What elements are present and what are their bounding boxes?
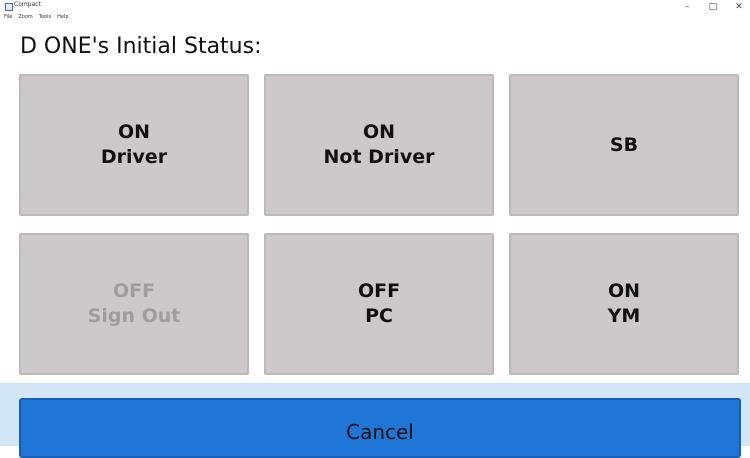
window-title: Compact — [14, 1, 41, 8]
title-bar: Compact File Zoom Tools Help – □ ✕ — [0, 0, 750, 26]
status-button-sb[interactable]: SB — [509, 74, 739, 216]
maximize-icon[interactable]: □ — [708, 2, 718, 12]
status-button-on-ym[interactable]: ON YM — [509, 233, 739, 375]
menu-tools[interactable]: Tools — [39, 14, 51, 20]
status-button-on-driver[interactable]: ON Driver — [19, 74, 249, 216]
status-button-off-pc[interactable]: OFF PC — [264, 233, 494, 375]
status-button-line2: YM — [607, 305, 641, 327]
minimize-icon[interactable]: – — [682, 2, 692, 12]
status-button-line1: ON — [362, 121, 396, 144]
status-button-line2: Sign Out — [87, 305, 181, 327]
cancel-button[interactable]: Cancel — [19, 398, 741, 458]
status-button-line1: ON — [607, 280, 641, 303]
status-button-off-sign-out: OFF Sign Out — [19, 233, 249, 375]
status-button-line2: Not Driver — [323, 146, 435, 168]
status-button-line1: OFF — [357, 280, 401, 303]
window-controls: – □ ✕ — [682, 2, 744, 12]
menu-help[interactable]: Help — [57, 14, 68, 20]
page-title: D ONE's Initial Status: — [20, 34, 262, 59]
status-button-line1: ON — [117, 121, 151, 144]
status-button-line2: Driver — [100, 146, 168, 168]
status-button-line1: OFF — [112, 280, 156, 303]
menu-file[interactable]: File — [4, 14, 12, 20]
menu-zoom[interactable]: Zoom — [18, 14, 32, 20]
menu-bar: File Zoom Tools Help — [4, 14, 69, 20]
status-button-line2: PC — [365, 305, 393, 327]
app-icon — [5, 3, 13, 11]
close-icon[interactable]: ✕ — [734, 2, 744, 12]
status-button-line1: SB — [609, 133, 639, 156]
status-button-on-not-driver[interactable]: ON Not Driver — [264, 74, 494, 216]
